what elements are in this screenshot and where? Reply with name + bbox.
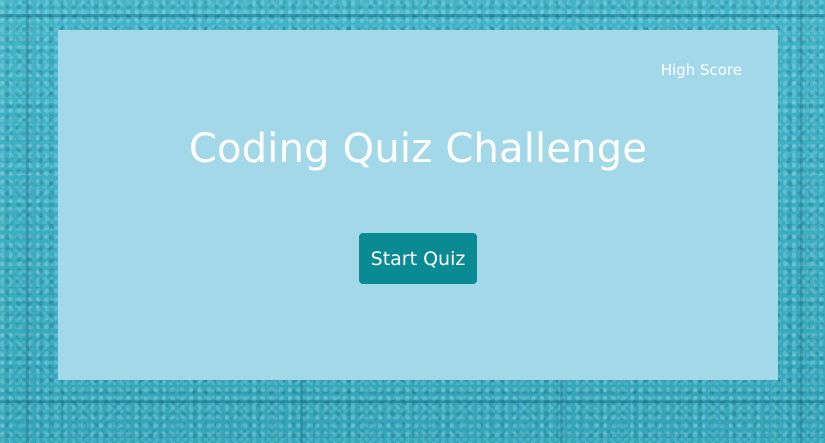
pool-tile-line <box>26 0 29 443</box>
high-score-link[interactable]: High Score <box>661 61 742 79</box>
pool-tile-line <box>800 0 803 443</box>
pool-tile-line <box>560 380 563 443</box>
quiz-card: High Score Coding Quiz Challenge Start Q… <box>58 30 778 380</box>
pool-tile-line <box>0 400 825 403</box>
pool-tile-line <box>300 380 303 443</box>
start-quiz-button[interactable]: Start Quiz <box>359 233 477 284</box>
pool-tile-line <box>0 14 825 17</box>
page-title: Coding Quiz Challenge <box>188 126 648 172</box>
